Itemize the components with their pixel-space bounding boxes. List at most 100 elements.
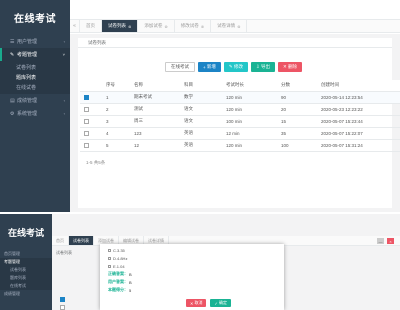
row-checkbox[interactable] bbox=[60, 297, 65, 302]
column-header: 名称 bbox=[130, 80, 180, 92]
app-title: 在线考试 bbox=[7, 227, 44, 238]
row-checkbox[interactable] bbox=[84, 94, 89, 100]
table-cell: 123 bbox=[130, 127, 180, 140]
plus-icon: + bbox=[203, 64, 206, 70]
table-cell: 语文 bbox=[180, 103, 222, 116]
table-cell: 15 bbox=[277, 115, 317, 128]
search-button[interactable]: 在线考试 bbox=[165, 62, 195, 72]
option-checkbox[interactable] bbox=[108, 256, 111, 260]
gear-icon: ⚙ bbox=[10, 110, 15, 117]
row-checkbox[interactable] bbox=[84, 130, 89, 136]
option-item[interactable]: D.4.8Hz bbox=[108, 254, 276, 262]
row-checkbox[interactable] bbox=[84, 142, 89, 148]
table-cell: 测试 bbox=[130, 103, 180, 116]
table-cell: 120 min bbox=[222, 139, 277, 152]
cancel-label: 取消 bbox=[194, 300, 203, 305]
edit-button[interactable]: ✎ 修改 bbox=[223, 62, 248, 72]
sidebar-item-scores[interactable]: 成绩管理 bbox=[0, 290, 52, 298]
edit-icon: ✎ bbox=[10, 51, 15, 58]
cancel-button[interactable]: ✕ 取消 bbox=[186, 299, 207, 307]
table-cell: 2020-05-07 15:31:24 bbox=[317, 139, 400, 152]
sidebar-item-system[interactable]: ⚙ 系统管理 ‹ bbox=[0, 107, 70, 120]
close-icon[interactable]: ⊗ bbox=[128, 24, 131, 29]
column-header: 考试时长 bbox=[222, 80, 277, 92]
table-cell: 5 bbox=[102, 139, 130, 152]
tab-home[interactable]: 首页 bbox=[80, 20, 102, 32]
table-cell: 4 bbox=[102, 127, 130, 140]
paper-table: 序号 名称 科目 考试时长 分数 创建时间 1 期末考试 数学 120 min … bbox=[80, 80, 400, 152]
chevron-left-icon: ‹ bbox=[63, 39, 65, 44]
submenu-item-question-bank[interactable]: 题库列表 bbox=[0, 72, 70, 82]
chevron-down-icon: ˅ bbox=[62, 52, 65, 57]
table-cell: 2020-05-23 12:23:22 bbox=[317, 103, 400, 116]
table-header-row: 序号 名称 科目 考试时长 分数 创建时间 bbox=[80, 80, 400, 92]
close-icon[interactable]: × bbox=[387, 238, 394, 244]
sidebar-item-questions[interactable]: 考题管理 bbox=[0, 258, 52, 266]
table-cell: 12 bbox=[130, 139, 180, 152]
confirm-button[interactable]: ✓ 确定 bbox=[210, 299, 231, 307]
sidebar-item-label: 成绩管理 bbox=[17, 98, 38, 104]
tab-edit-paper[interactable]: 修改试卷 ⊗ bbox=[175, 20, 212, 32]
sidebar-item-label: 考题管理 bbox=[17, 52, 38, 58]
close-icon[interactable]: ⊗ bbox=[201, 24, 204, 29]
table-cell: 2020-05-07 15:23:44 bbox=[317, 115, 400, 128]
column-header: 分数 bbox=[277, 80, 317, 92]
table-cell: 英语 bbox=[180, 127, 222, 140]
option-item[interactable]: E.1.04 bbox=[108, 262, 276, 270]
submenu-item-paper-list[interactable]: 试卷列表 bbox=[0, 62, 70, 72]
delete-button[interactable]: ✕ 删除 bbox=[278, 62, 303, 72]
row-checkbox[interactable] bbox=[84, 106, 89, 112]
sidebar: 在线考试 首页管理 考题管理 试卷列表 题库列表 在线考试 成绩管理 bbox=[0, 214, 52, 310]
edit-button-label: 修改 bbox=[233, 64, 243, 69]
sidebar: 在线考试 ☰ 用户管理 ‹ ✎ 考题管理 ˅ 试卷列表 题库列表 在线试卷 ▤ … bbox=[0, 0, 70, 212]
sidebar-item-scores[interactable]: ▤ 成绩管理 ‹ bbox=[0, 94, 70, 107]
option-checkbox[interactable] bbox=[108, 248, 111, 252]
row-checkbox[interactable] bbox=[60, 305, 65, 310]
top-header bbox=[70, 0, 400, 20]
submenu-item-paper-list[interactable]: 试卷列表 bbox=[0, 266, 52, 274]
chart-icon: ▤ bbox=[10, 97, 15, 104]
minimize-icon[interactable]: — bbox=[377, 238, 384, 244]
table-row[interactable]: 4 123 英语 12 min 35 2020-05-07 15:22:07 bbox=[80, 127, 400, 140]
column-header: 创建时间 bbox=[317, 80, 400, 92]
submenu-item-online-exam[interactable]: 在线考试 bbox=[0, 282, 52, 290]
option-checkbox[interactable] bbox=[108, 264, 111, 268]
answer-dialog: C.3.35 D.4.8Hz E.1.04 正确答案： B 用户答案： B 本题得分… bbox=[100, 244, 284, 310]
tab-add-paper[interactable]: 添加试卷 ⊗ bbox=[138, 20, 175, 32]
table-row[interactable]: 2 测试 语文 120 min 20 2020-05-23 12:23:22 bbox=[80, 103, 400, 116]
submenu-item-question-bank[interactable]: 题库列表 bbox=[0, 274, 52, 282]
row-checkbox[interactable] bbox=[84, 118, 89, 124]
add-button[interactable]: + 新增 bbox=[198, 62, 221, 72]
option-item[interactable]: C.3.35 bbox=[108, 246, 276, 254]
sidebar-item-label: 用户管理 bbox=[17, 39, 38, 45]
tab-paper-list[interactable]: 试卷列表 ⊗ bbox=[102, 20, 139, 32]
label: 正确答案： bbox=[108, 271, 128, 276]
check-icon: ✓ bbox=[214, 300, 218, 306]
close-icon[interactable]: ⊗ bbox=[237, 24, 240, 29]
table-row[interactable]: 1 期末考试 数学 120 min 90 2020-05-14 12:23:54 bbox=[80, 91, 400, 104]
table-row[interactable]: 5 12 英语 120 min 100 2020-05-07 15:31:24 bbox=[80, 139, 400, 152]
tab-bar: « 首页 试卷列表 ⊗ 添加试卷 ⊗ 修改试卷 ⊗ 试卷详情 ⊗ bbox=[70, 20, 400, 33]
delete-button-label: 删除 bbox=[288, 64, 298, 69]
panel-title: 试卷列表 bbox=[78, 38, 392, 48]
export-button[interactable]: ⇩ 导出 bbox=[250, 62, 275, 72]
table-cell: 100 min bbox=[222, 115, 277, 128]
tab-paper-detail[interactable]: 试卷详情 ⊗ bbox=[211, 20, 248, 32]
close-icon[interactable]: ⊗ bbox=[164, 24, 167, 29]
tab-label: 首页 bbox=[86, 23, 95, 28]
option-label: E.1.04 bbox=[113, 263, 125, 269]
tab-prev-button[interactable]: « bbox=[70, 20, 80, 32]
close-icon: ✕ bbox=[190, 300, 194, 306]
table-cell: 数学 bbox=[180, 91, 222, 104]
table-row[interactable]: 3 周三 语文 100 min 15 2020-05-07 15:23:44 bbox=[80, 115, 400, 128]
sidebar-item-questions[interactable]: ✎ 考题管理 ˅ bbox=[0, 48, 70, 61]
submenu-item-online-paper[interactable]: 在线试卷 bbox=[0, 82, 70, 92]
tab-label: 修改试卷 bbox=[180, 23, 199, 28]
table-cell: 1 bbox=[102, 91, 130, 104]
sidebar-item-home[interactable]: 首页管理 bbox=[0, 250, 52, 258]
tab-paper-list[interactable]: 试卷列表 bbox=[69, 236, 94, 245]
table-cell: 2 bbox=[102, 103, 130, 116]
sidebar-item-users[interactable]: ☰ 用户管理 ‹ bbox=[0, 35, 70, 48]
tab-home[interactable]: 首页 bbox=[52, 236, 69, 245]
pagination-info: 1-5 共5条 bbox=[86, 160, 106, 165]
